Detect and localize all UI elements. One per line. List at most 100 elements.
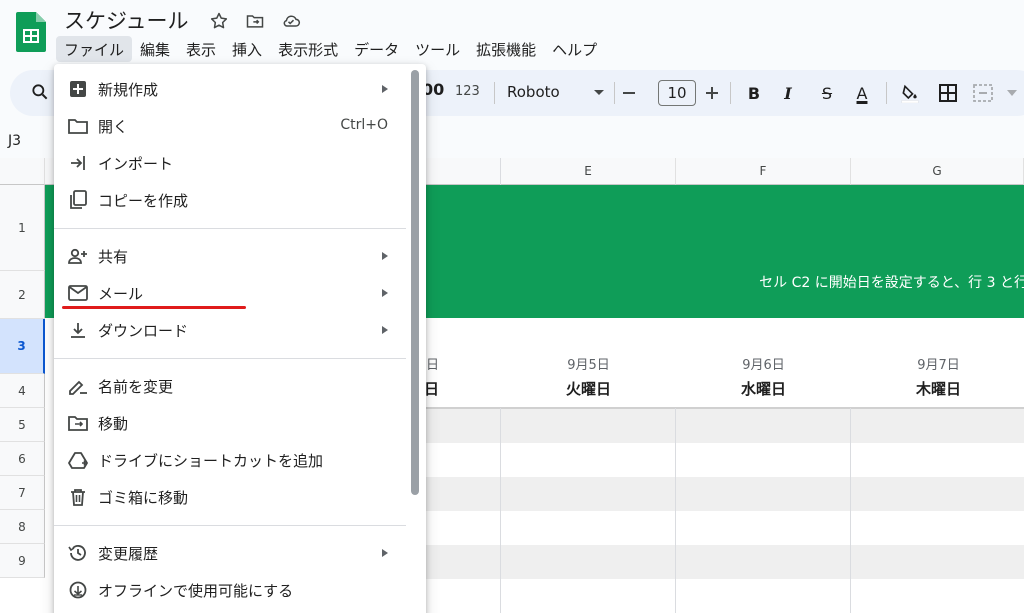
submenu-arrow-icon — [382, 252, 388, 260]
history-icon — [68, 543, 88, 563]
font-dropdown-icon[interactable] — [594, 90, 604, 95]
row-stripe-5[interactable] — [425, 409, 1024, 443]
header-bottom-border — [425, 407, 1024, 409]
row-header-7[interactable]: 7 — [0, 476, 45, 510]
menu-bar: ファイル 編集 表示 挿入 表示形式 データ ツール 拡張機能 ヘルプ — [56, 36, 605, 62]
menu-item-label: 名前を変更 — [98, 378, 174, 396]
submenu-arrow-icon — [382, 326, 388, 334]
banner-instruction-text: セル C2 に開始日を設定すると、行 3 と行 — [759, 275, 1024, 291]
menu-extensions[interactable]: 拡張機能 — [468, 36, 544, 62]
borders-icon[interactable] — [936, 81, 960, 105]
menu-item-add-shortcut[interactable]: ドライブにショートカットを追加 — [54, 442, 426, 478]
trash-icon — [68, 487, 88, 507]
search-menus-icon[interactable] — [30, 82, 50, 106]
row-header-6[interactable]: 6 — [0, 442, 45, 476]
menu-item-label: 新規作成 — [98, 81, 159, 99]
shortcut-label: Ctrl+O — [340, 117, 388, 133]
person-add-icon — [68, 246, 88, 266]
day-date-partial[interactable]: 日 — [426, 354, 442, 373]
menu-item-rename[interactable]: 名前を変更 — [54, 368, 426, 404]
menu-divider — [54, 525, 406, 526]
increase-font-size-icon[interactable] — [700, 81, 724, 105]
menu-item-label: コピーを作成 — [98, 192, 189, 210]
merge-dropdown-icon[interactable] — [1000, 81, 1024, 105]
day-weekday-e[interactable]: 火曜日 — [501, 378, 676, 399]
menu-divider — [54, 358, 406, 359]
font-family-select[interactable]: Roboto — [507, 83, 560, 101]
menu-tools[interactable]: ツール — [407, 36, 468, 62]
col-header-g[interactable]: G — [851, 158, 1024, 185]
menu-item-make-copy[interactable]: コピーを作成 — [54, 182, 426, 218]
day-weekday-partial[interactable]: 日 — [424, 378, 444, 399]
row-header-4[interactable]: 4 — [0, 374, 45, 408]
menu-item-open[interactable]: 開く Ctrl+O — [54, 108, 426, 144]
bold-button[interactable]: B — [742, 81, 766, 105]
row-header-2[interactable]: 2 — [0, 271, 45, 319]
menu-insert[interactable]: 挿入 — [224, 36, 270, 62]
col-header-d[interactable] — [425, 158, 501, 185]
menu-help[interactable]: ヘルプ — [544, 36, 605, 62]
merge-cells-icon[interactable] — [972, 81, 996, 105]
menu-item-version-history[interactable]: 変更履歴 — [54, 535, 426, 571]
file-menu-dropdown: 新規作成 開く Ctrl+O インポート コピーを作成 共有 メール ダウンロー… — [54, 64, 426, 613]
sheets-logo-icon[interactable] — [16, 12, 46, 52]
row-header-3[interactable]: 3 — [0, 319, 45, 374]
menu-item-share[interactable]: 共有 — [54, 238, 426, 274]
plus-box-icon — [68, 79, 88, 99]
decrease-font-size-icon[interactable] — [617, 81, 641, 105]
move-folder-icon — [68, 413, 88, 433]
more-formats-button[interactable]: 123 — [455, 84, 480, 99]
menu-item-import[interactable]: インポート — [54, 145, 426, 181]
highlight-underline — [62, 306, 246, 309]
menu-view[interactable]: 表示 — [178, 36, 224, 62]
col-header-e[interactable]: E — [501, 158, 676, 185]
select-all-corner[interactable] — [0, 158, 45, 185]
folder-icon — [68, 116, 88, 136]
menu-item-label: ドライブにショートカットを追加 — [98, 452, 324, 470]
star-icon[interactable] — [208, 10, 230, 32]
day-date-f[interactable]: 9月6日 — [676, 354, 851, 373]
offline-icon — [68, 580, 88, 600]
name-box[interactable]: J3 — [8, 133, 21, 149]
submenu-arrow-icon — [382, 549, 388, 557]
download-icon — [68, 320, 88, 340]
menu-file[interactable]: ファイル — [56, 36, 133, 62]
menu-item-label: メール — [98, 285, 144, 303]
strikethrough-button[interactable]: S — [815, 81, 839, 105]
day-weekday-f[interactable]: 水曜日 — [676, 378, 851, 399]
row-header-9[interactable]: 9 — [0, 544, 45, 578]
cloud-status-icon[interactable] — [280, 10, 302, 32]
menu-edit[interactable]: 編集 — [132, 36, 178, 62]
row-header-5[interactable]: 5 — [0, 408, 45, 442]
text-color-button[interactable]: A — [850, 81, 874, 105]
menu-item-label: インポート — [98, 155, 174, 173]
row-header-8[interactable]: 8 — [0, 510, 45, 544]
menu-data[interactable]: データ — [346, 36, 407, 62]
menu-item-offline[interactable]: オフラインで使用可能にする — [54, 572, 426, 608]
row-stripe-7[interactable] — [425, 477, 1024, 511]
document-title[interactable]: スケジュール — [64, 5, 189, 35]
submenu-arrow-icon — [382, 289, 388, 297]
menu-item-label: 開く — [98, 118, 129, 136]
menu-item-move[interactable]: 移動 — [54, 405, 426, 441]
italic-button[interactable]: I — [776, 81, 800, 105]
day-date-e[interactable]: 9月5日 — [501, 354, 676, 373]
menu-format[interactable]: 表示形式 — [270, 36, 346, 62]
menu-scrollbar[interactable] — [411, 70, 419, 495]
rename-icon — [68, 376, 88, 396]
move-folder-icon[interactable] — [244, 10, 266, 32]
col-header-f[interactable]: F — [676, 158, 851, 185]
row-header-1[interactable]: 1 — [0, 185, 45, 271]
day-weekday-g[interactable]: 木曜日 — [851, 378, 1024, 399]
menu-item-download[interactable]: ダウンロード — [54, 312, 426, 348]
menu-item-trash[interactable]: ゴミ箱に移動 — [54, 479, 426, 515]
copy-icon — [68, 190, 88, 210]
font-size-input[interactable]: 10 — [658, 80, 696, 106]
menu-divider — [54, 228, 406, 229]
fill-color-icon[interactable] — [898, 81, 922, 105]
menu-item-new[interactable]: 新規作成 — [54, 71, 426, 107]
menu-item-label: 変更履歴 — [98, 545, 159, 563]
row-stripe-9[interactable] — [425, 545, 1024, 579]
mail-icon — [68, 283, 88, 303]
day-date-g[interactable]: 9月7日 — [851, 354, 1024, 373]
